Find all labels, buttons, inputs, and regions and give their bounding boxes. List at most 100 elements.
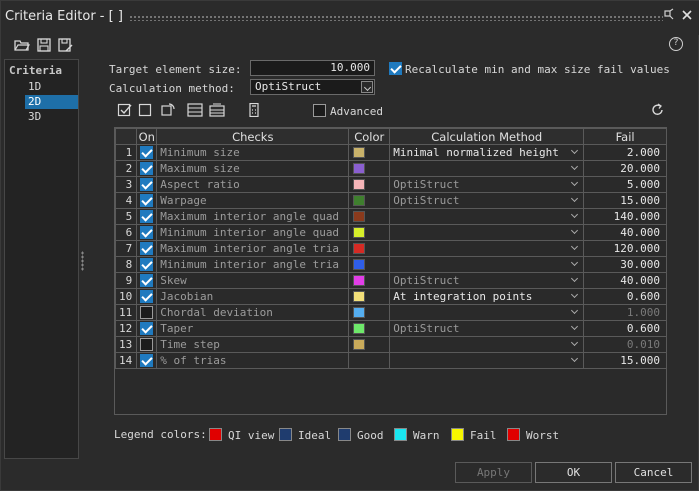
chevron-down-icon[interactable] bbox=[570, 259, 580, 269]
cancel-button[interactable]: Cancel bbox=[615, 462, 692, 483]
color-cell[interactable] bbox=[348, 304, 391, 321]
color-cell[interactable] bbox=[348, 288, 391, 305]
chevron-down-icon[interactable] bbox=[570, 339, 580, 349]
table-row[interactable]: 5 Maximum interior angle quad 140.000 bbox=[114, 208, 667, 225]
table-row[interactable]: 12 Taper OptiStruct 0.600 bbox=[114, 320, 667, 337]
chevron-down-icon[interactable] bbox=[570, 147, 580, 157]
table-row[interactable]: 4 Warpage OptiStruct 15.000 bbox=[114, 192, 667, 209]
legend-swatch-warn[interactable] bbox=[394, 428, 407, 441]
color-swatch[interactable] bbox=[353, 211, 366, 222]
on-checkbox[interactable] bbox=[140, 322, 154, 335]
chevron-down-icon[interactable] bbox=[570, 291, 580, 301]
calc-method-cell[interactable] bbox=[389, 304, 585, 321]
on-cell[interactable] bbox=[136, 288, 158, 305]
ok-button[interactable]: OK bbox=[535, 462, 612, 483]
calc-method-cell[interactable] bbox=[389, 240, 585, 257]
refresh-check-icon[interactable] bbox=[160, 103, 176, 117]
color-swatch[interactable] bbox=[353, 147, 366, 158]
help-icon[interactable]: ? bbox=[669, 37, 683, 51]
legend-swatch-worst[interactable] bbox=[507, 428, 520, 441]
color-cell[interactable] bbox=[348, 208, 391, 225]
target-size-input[interactable]: 10.000 bbox=[250, 60, 375, 76]
calc-method-cell[interactable] bbox=[389, 336, 585, 353]
on-cell[interactable] bbox=[136, 144, 158, 161]
color-cell[interactable] bbox=[348, 272, 391, 289]
fail-value[interactable]: 0.600 bbox=[583, 288, 667, 305]
table-row[interactable]: 8 Minimum interior angle tria 30.000 bbox=[114, 256, 667, 273]
fail-value[interactable]: 15.000 bbox=[583, 192, 667, 209]
table-row[interactable]: 6 Minimum interior angle quad 40.000 bbox=[114, 224, 667, 241]
save-icon[interactable] bbox=[35, 37, 53, 53]
table-row[interactable]: 13 Time step 0.010 bbox=[114, 336, 667, 353]
fail-value[interactable]: 120.000 bbox=[583, 240, 667, 257]
on-cell[interactable] bbox=[136, 224, 158, 241]
color-cell[interactable] bbox=[348, 160, 391, 177]
color-cell[interactable] bbox=[348, 256, 391, 273]
fail-value[interactable]: 140.000 bbox=[583, 208, 667, 225]
chevron-down-icon[interactable] bbox=[570, 323, 580, 333]
color-swatch[interactable] bbox=[353, 339, 366, 350]
on-checkbox[interactable] bbox=[140, 194, 154, 207]
drag-grip[interactable] bbox=[129, 15, 663, 21]
on-checkbox[interactable] bbox=[140, 242, 154, 255]
color-cell[interactable] bbox=[348, 224, 391, 241]
color-cell[interactable] bbox=[348, 320, 391, 337]
fail-value[interactable]: 20.000 bbox=[583, 160, 667, 177]
table-row[interactable]: 7 Maximum interior angle tria 120.000 bbox=[114, 240, 667, 257]
table-row[interactable]: 14 % of trias 15.000 bbox=[114, 352, 667, 369]
on-cell[interactable] bbox=[136, 320, 158, 337]
calc-method-cell[interactable]: OptiStruct bbox=[389, 176, 585, 193]
legend-swatch-fail[interactable] bbox=[451, 428, 464, 441]
tree-item-2d[interactable]: 2D bbox=[25, 95, 78, 109]
on-cell[interactable] bbox=[136, 336, 158, 353]
on-checkbox[interactable] bbox=[140, 226, 154, 239]
calc-method-cell[interactable]: OptiStruct bbox=[389, 272, 585, 289]
table-row[interactable]: 3 Aspect ratio OptiStruct 5.000 bbox=[114, 176, 667, 193]
panel-splitter[interactable] bbox=[81, 251, 84, 271]
calc-method-cell[interactable] bbox=[389, 256, 585, 273]
chevron-down-icon[interactable] bbox=[570, 243, 580, 253]
chevron-down-icon[interactable] bbox=[570, 163, 580, 173]
color-swatch[interactable] bbox=[353, 195, 366, 206]
color-swatch[interactable] bbox=[353, 307, 366, 318]
color-cell[interactable] bbox=[348, 352, 391, 369]
fail-value[interactable]: 0.600 bbox=[583, 320, 667, 337]
calculator-icon[interactable] bbox=[246, 103, 262, 117]
calc-method-cell[interactable]: At integration points bbox=[389, 288, 585, 305]
recalculate-checkbox[interactable] bbox=[389, 62, 402, 75]
on-checkbox[interactable] bbox=[140, 354, 154, 367]
fail-value[interactable]: 15.000 bbox=[583, 352, 667, 369]
on-checkbox[interactable] bbox=[140, 146, 154, 159]
color-cell[interactable] bbox=[348, 176, 391, 193]
header-on[interactable]: On bbox=[136, 128, 158, 145]
close-icon[interactable] bbox=[679, 7, 695, 23]
chevron-down-icon[interactable] bbox=[570, 307, 580, 317]
fail-value[interactable]: 0.010 bbox=[583, 336, 667, 353]
fail-value[interactable]: 5.000 bbox=[583, 176, 667, 193]
on-checkbox[interactable] bbox=[140, 258, 154, 271]
fail-value[interactable]: 40.000 bbox=[583, 272, 667, 289]
fail-value[interactable]: 40.000 bbox=[583, 224, 667, 241]
apply-button[interactable]: Apply bbox=[455, 462, 532, 483]
on-cell[interactable] bbox=[136, 208, 158, 225]
calc-method-cell[interactable] bbox=[389, 160, 585, 177]
on-cell[interactable] bbox=[136, 240, 158, 257]
chevron-down-icon[interactable] bbox=[570, 227, 580, 237]
on-checkbox[interactable] bbox=[140, 274, 154, 287]
calc-method-cell[interactable]: Minimal normalized height bbox=[389, 144, 585, 161]
reset-icon[interactable] bbox=[650, 103, 666, 117]
chevron-down-icon[interactable] bbox=[570, 275, 580, 285]
on-checkbox[interactable] bbox=[140, 162, 154, 175]
pin-icon[interactable] bbox=[661, 7, 677, 23]
on-checkbox[interactable] bbox=[140, 290, 154, 303]
table-export-icon[interactable] bbox=[187, 103, 203, 117]
on-checkbox[interactable] bbox=[140, 178, 154, 191]
check-all-icon[interactable] bbox=[117, 103, 133, 117]
color-swatch[interactable] bbox=[353, 163, 366, 174]
color-cell[interactable] bbox=[348, 336, 391, 353]
table-row[interactable]: 11 Chordal deviation 1.000 bbox=[114, 304, 667, 321]
tree-item-1d[interactable]: 1D bbox=[25, 80, 78, 94]
calc-method-cell[interactable]: OptiStruct bbox=[389, 192, 585, 209]
color-cell[interactable] bbox=[348, 240, 391, 257]
color-swatch[interactable] bbox=[353, 259, 366, 270]
